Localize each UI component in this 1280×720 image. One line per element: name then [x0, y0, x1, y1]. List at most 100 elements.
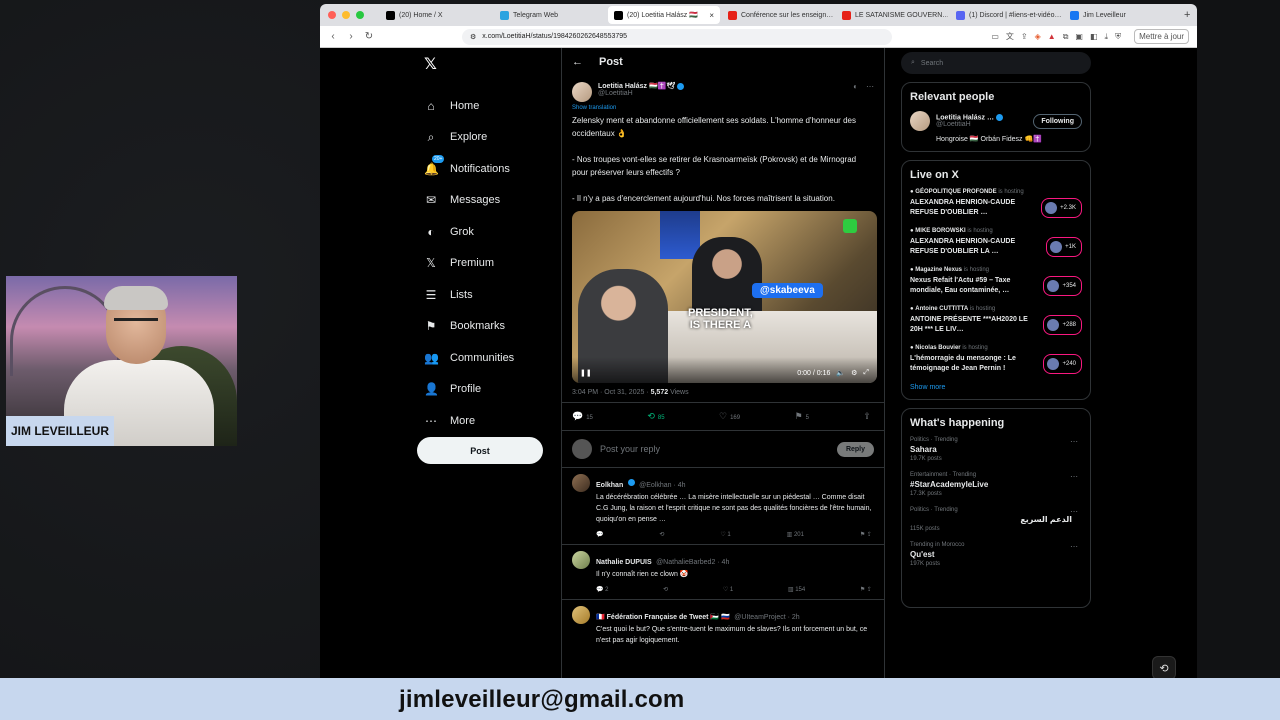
nav-item-communities[interactable]: 👥 Communities: [416, 342, 556, 374]
url-field[interactable]: ⚙ x.com/LoetitiaH/status/198426026264855…: [462, 28, 892, 45]
share-icon[interactable]: ⇪: [1021, 32, 1028, 41]
reply-author-name[interactable]: Eolkhan: [596, 482, 623, 489]
reply-author-name[interactable]: Nathalie DUPUIS: [596, 559, 652, 566]
post-button[interactable]: Post: [417, 437, 543, 464]
reply-icon[interactable]: 💬: [596, 531, 603, 538]
fullscreen-icon[interactable]: ⤢: [863, 369, 869, 377]
trend-item[interactable]: Politics · Trending الدعم السريع 115K post…: [910, 507, 1082, 532]
extensions-icon[interactable]: ⧉: [1063, 32, 1069, 42]
reply-item[interactable]: Nathalie DUPUIS @NathalieBarbed2 · 4h Il…: [562, 545, 884, 600]
trend-item[interactable]: Trending in Morocco Qu'est 197K posts ⋯: [910, 542, 1082, 567]
live-item[interactable]: ● Antoine CUTTITTA is hosting ANTOINE PRÉ…: [910, 306, 1082, 335]
following-button[interactable]: Following: [1033, 113, 1082, 129]
reply-action[interactable]: 💬 15: [572, 411, 593, 422]
avatar[interactable]: [572, 82, 592, 102]
trend-item[interactable]: Entertainment · Trending #StarAcademyleLi…: [910, 472, 1082, 497]
sidebar-icon[interactable]: ◧: [1090, 32, 1098, 41]
video-player[interactable]: @skabeeva PRESIDENT, IS THERE A ❚❚ 0:00 …: [572, 211, 877, 383]
bookmark-action[interactable]: ⚑ 5: [795, 411, 809, 422]
browser-tab[interactable]: LE SATANISME GOUVERN…: [836, 6, 948, 24]
views-action[interactable]: ▥ 201: [787, 531, 804, 538]
person-name[interactable]: Loetitia Halász …: [936, 114, 994, 121]
live-item[interactable]: ● Nicolas Bouvier is hosting L'hémorragie…: [910, 345, 1082, 374]
reply-button[interactable]: Reply: [836, 441, 874, 457]
nav-item-profile[interactable]: 👤 Profile: [416, 374, 556, 406]
repost-icon[interactable]: ⟲: [663, 586, 668, 593]
search-input[interactable]: ⌕ Search: [901, 52, 1091, 74]
avatar[interactable]: [572, 551, 590, 569]
like-action[interactable]: ♡ 1: [720, 531, 730, 538]
back-arrow-icon[interactable]: ←: [572, 56, 583, 68]
close-tab-icon[interactable]: ×: [709, 11, 714, 20]
reply-author-handle[interactable]: @UIteamProject · 2h: [734, 614, 799, 621]
browser-tab[interactable]: (1) Discord | #liens-et-vidéo…: [950, 6, 1062, 24]
nav-item-home[interactable]: ⌂ Home: [416, 90, 556, 122]
more-options-icon[interactable]: ⋯: [1070, 542, 1078, 551]
avatar[interactable]: [572, 606, 590, 624]
browser-tab[interactable]: Conférence sur les enseign…: [722, 6, 834, 24]
grok-float-icon[interactable]: ⟲: [1152, 656, 1176, 678]
more-options-icon[interactable]: ⋯: [866, 82, 874, 91]
close-window-button[interactable]: [328, 11, 336, 19]
reply-item[interactable]: Eolkhan @Eolkhan · 4h La décérébration c…: [562, 468, 884, 545]
new-tab-button[interactable]: +: [1184, 9, 1190, 21]
avatar[interactable]: [910, 111, 930, 131]
update-button[interactable]: Mettre à jour: [1134, 29, 1189, 44]
reply-item[interactable]: 🇫🇷 Fédération Française de Tweet 🇵🇸 🇷🇺 @…: [562, 600, 884, 652]
reply-author-handle[interactable]: @NathalieBarbed2 · 4h: [656, 559, 729, 566]
reply-input[interactable]: Post your reply: [600, 444, 829, 454]
browser-tab[interactable]: (20) Loetitia Halász 🇭🇺 ×: [608, 6, 720, 24]
grok-icon[interactable]: ◐: [853, 82, 858, 91]
show-translation-link[interactable]: Show translation: [562, 102, 884, 111]
wallet-icon[interactable]: ▣: [1075, 32, 1083, 41]
nav-item-notifications[interactable]: 🔔 Notifications 20+: [416, 153, 556, 185]
author-name[interactable]: Loetitia Halász 🇭🇺✝️🕊: [598, 83, 675, 90]
nav-item-bookmarks[interactable]: ⚑ Bookmarks: [416, 311, 556, 343]
cast-icon[interactable]: ▭: [991, 32, 999, 41]
volume-icon[interactable]: 🔈: [836, 369, 845, 377]
site-settings-icon[interactable]: ⚙: [470, 33, 476, 41]
settings-icon[interactable]: ⚙: [851, 369, 857, 377]
nav-item-grok[interactable]: ◐ Grok: [416, 216, 556, 248]
play-pause-icon[interactable]: ❚❚: [580, 369, 592, 377]
nav-item-explore[interactable]: ⌕ Explore: [416, 122, 556, 154]
like-action[interactable]: ♡ 1: [723, 586, 733, 593]
rewards-icon[interactable]: ▲: [1048, 32, 1056, 41]
back-icon[interactable]: ‹: [328, 31, 338, 42]
minimize-window-button[interactable]: [342, 11, 350, 19]
live-item[interactable]: ● GÉOPOLITIQUE PROFONDE is hosting ALEXAN…: [910, 189, 1082, 218]
live-item[interactable]: ● Magazine Nexus is hosting Nexus Refait …: [910, 267, 1082, 296]
my-avatar[interactable]: [572, 439, 592, 459]
trend-item[interactable]: Politics · Trending Sahara 19.7K posts ⋯: [910, 437, 1082, 462]
nav-item-messages[interactable]: ✉ Messages: [416, 185, 556, 217]
reply-author-handle[interactable]: @Eolkhan · 4h: [639, 482, 685, 489]
nav-item-more[interactable]: ⋯ More: [416, 405, 556, 437]
vpn-icon[interactable]: ⛨: [1115, 32, 1121, 42]
avatar[interactable]: [572, 474, 590, 492]
browser-tab[interactable]: Jim Leveilleur: [1064, 6, 1176, 24]
share-action[interactable]: ⇪: [863, 411, 874, 422]
live-item[interactable]: ● MIKE BOROWSKI is hosting ALEXANDRA HENR…: [910, 228, 1082, 257]
like-action[interactable]: ♡ 169: [719, 411, 740, 422]
browser-tab[interactable]: (20) Home / X: [380, 6, 492, 24]
show-more-link[interactable]: Show more: [910, 384, 1082, 391]
author-handle[interactable]: @LoetitiaH: [598, 90, 684, 97]
translate-icon[interactable]: 文: [1006, 31, 1014, 42]
more-options-icon[interactable]: ⋯: [1070, 507, 1078, 516]
nav-item-lists[interactable]: ☰ Lists: [416, 279, 556, 311]
reply-author-name[interactable]: 🇫🇷 Fédération Française de Tweet 🇵🇸 🇷🇺: [596, 614, 730, 621]
downloads-icon[interactable]: ⤓: [1105, 32, 1109, 42]
bookmark-icon[interactable]: ⚑ ⇪: [860, 586, 872, 593]
repost-icon[interactable]: ⟲: [659, 531, 664, 538]
maximize-window-button[interactable]: [356, 11, 364, 19]
reply-action[interactable]: 💬 2: [596, 586, 608, 593]
more-options-icon[interactable]: ⋯: [1070, 437, 1078, 446]
person-handle[interactable]: @LoetitiaH: [936, 121, 1003, 128]
browser-tab[interactable]: Telegram Web: [494, 6, 606, 24]
bookmark-icon[interactable]: ⚑ ⇪: [860, 531, 872, 538]
post-timestamp[interactable]: 3:04 PM · Oct 31, 2025 ·: [572, 389, 651, 396]
reload-icon[interactable]: ↻: [364, 31, 374, 42]
repost-action[interactable]: ⟲ 85: [647, 411, 664, 422]
nav-item-premium[interactable]: 𝕏 Premium: [416, 248, 556, 280]
brave-shield-icon[interactable]: ◈: [1035, 32, 1041, 41]
